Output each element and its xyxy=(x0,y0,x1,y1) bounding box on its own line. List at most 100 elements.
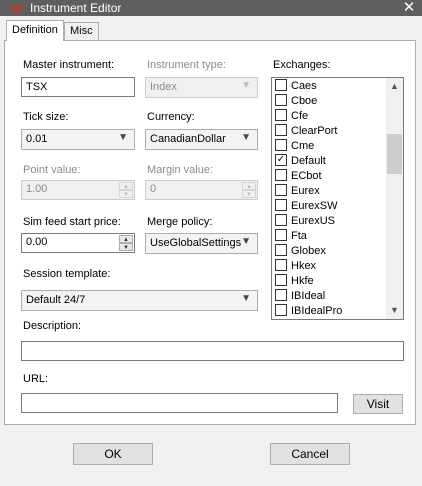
master-instrument-input[interactable] xyxy=(21,77,135,97)
checkbox-icon[interactable] xyxy=(275,244,287,257)
sim-feed-start-price-spinner[interactable]: 0.00 ▲ ▼ xyxy=(21,233,135,253)
checkbox-icon[interactable] xyxy=(275,274,287,287)
exchange-item-globex[interactable]: Globex xyxy=(275,244,326,260)
scroll-thumb[interactable] xyxy=(387,134,402,174)
description-label: Description: xyxy=(23,320,82,332)
exchange-name: Hkex xyxy=(291,260,317,272)
checkbox-icon[interactable] xyxy=(275,139,287,152)
exchange-name: Globex xyxy=(291,245,326,257)
currency-value: CanadianDollar xyxy=(150,133,226,145)
checkbox-icon[interactable] xyxy=(275,94,287,107)
scroll-down-icon[interactable]: ▼ xyxy=(386,302,403,319)
master-instrument-label: Master instrument: xyxy=(23,59,115,71)
exchange-item-cfe[interactable]: Cfe xyxy=(275,109,309,125)
exchanges-list[interactable]: Caes Cboe Cfe ClearPort Cme ✓ Default ECbot Eure… xyxy=(271,77,404,320)
sim-feed-start-price-value: 0.00 xyxy=(26,236,48,248)
checkbox-icon[interactable] xyxy=(275,199,287,212)
session-template-label: Session template: xyxy=(23,268,111,280)
cancel-button[interactable]: Cancel xyxy=(270,443,350,465)
chevron-down-icon: ▼ xyxy=(241,293,251,304)
point-value-spinner: 1.00 ▲ ▼ xyxy=(21,180,135,200)
sim-feed-start-price-label: Sim feed start price: xyxy=(23,216,121,228)
spin-up-icon: ▲ xyxy=(119,182,133,190)
chevron-down-icon: ▼ xyxy=(241,80,251,91)
tab-definition[interactable]: Definition xyxy=(6,20,64,41)
session-template-select[interactable]: Default 24/7 ▼ xyxy=(21,290,258,311)
exchanges-scrollbar[interactable]: ▲ ▼ xyxy=(386,78,403,319)
tick-size-label: Tick size: xyxy=(23,111,69,123)
exchange-item-default[interactable]: ✓ Default xyxy=(275,154,326,170)
exchange-name: Default xyxy=(291,155,326,167)
close-icon[interactable]: ✕ xyxy=(396,0,422,16)
exchange-name: ClearPort xyxy=(291,125,338,137)
exchange-item-hkfe[interactable]: Hkfe xyxy=(275,274,314,290)
exchange-name: EurexUS xyxy=(291,215,336,227)
exchange-name: IBIdeal xyxy=(291,290,326,302)
chevron-down-icon: ▼ xyxy=(241,132,251,143)
spin-down-icon: ▼ xyxy=(242,190,256,198)
checkbox-icon[interactable]: ✓ xyxy=(275,154,287,167)
spin-down-icon[interactable]: ▼ xyxy=(119,243,133,251)
currency-select[interactable]: CanadianDollar ▼ xyxy=(145,129,258,150)
spin-up-icon: ▲ xyxy=(242,182,256,190)
exchange-name: Cfe xyxy=(291,110,309,122)
exchange-name: IBIdealPro xyxy=(291,305,343,317)
checkbox-icon[interactable] xyxy=(275,259,287,272)
exchange-item-eurex[interactable]: Eurex xyxy=(275,184,320,200)
exchange-name: Cboe xyxy=(291,95,318,107)
checkbox-icon[interactable] xyxy=(275,169,287,182)
exchange-name: Caes xyxy=(291,80,317,92)
point-value-label: Point value: xyxy=(23,164,81,176)
currency-label: Currency: xyxy=(147,111,195,123)
exchange-item-hkex[interactable]: Hkex xyxy=(275,259,317,275)
exchange-name: Hkfe xyxy=(291,275,314,287)
checkbox-icon[interactable] xyxy=(275,79,287,92)
url-label: URL: xyxy=(23,373,49,385)
exchange-name: Cme xyxy=(291,140,315,152)
spin-up-icon[interactable]: ▲ xyxy=(119,235,133,243)
tab-misc[interactable]: Misc xyxy=(64,22,99,40)
exchange-item-ecbot[interactable]: ECbot xyxy=(275,169,322,185)
visit-button[interactable]: Visit xyxy=(353,394,403,414)
checkbox-icon[interactable] xyxy=(275,184,287,197)
checkbox-icon[interactable] xyxy=(275,124,287,137)
chevron-down-icon: ▼ xyxy=(118,132,128,143)
session-template-value: Default 24/7 xyxy=(26,294,86,306)
margin-value-label: Margin value: xyxy=(147,164,214,176)
merge-policy-label: Merge policy: xyxy=(147,216,213,228)
exchange-item-cme[interactable]: Cme xyxy=(275,139,315,155)
instrument-type-value: Index xyxy=(150,81,177,93)
exchange-item-ibideal[interactable]: IBIdeal xyxy=(275,289,326,305)
spin-down-icon: ▼ xyxy=(119,190,133,198)
exchange-item-cboe[interactable]: Cboe xyxy=(275,94,318,110)
url-input[interactable] xyxy=(21,393,338,413)
chevron-down-icon: ▼ xyxy=(241,236,251,247)
exchanges-label: Exchanges: xyxy=(273,59,331,71)
instrument-type-label: Instrument type: xyxy=(147,59,226,71)
exchange-item-ibidealpro[interactable]: IBIdealPro xyxy=(275,304,343,319)
exchange-name: Fta xyxy=(291,230,307,242)
exchange-item-eurexus[interactable]: EurexUS xyxy=(275,214,336,230)
point-value-value: 1.00 xyxy=(26,183,48,195)
scroll-up-icon[interactable]: ▲ xyxy=(386,78,403,95)
merge-policy-value: UseGlobalSettings xyxy=(150,237,242,249)
window-title: Instrument Editor xyxy=(30,1,122,15)
description-input[interactable] xyxy=(21,341,404,361)
exchange-name: Eurex xyxy=(291,185,320,197)
checkbox-icon[interactable] xyxy=(275,304,287,317)
merge-policy-select[interactable]: UseGlobalSettings ▼ xyxy=(145,233,258,254)
ok-button[interactable]: OK xyxy=(73,443,153,465)
checkbox-icon[interactable] xyxy=(275,289,287,302)
exchange-name: EurexSW xyxy=(291,200,338,212)
exchange-item-clearport[interactable]: ClearPort xyxy=(275,124,338,140)
checkbox-icon[interactable] xyxy=(275,229,287,242)
exchange-item-eurexsw[interactable]: EurexSW xyxy=(275,199,338,215)
tick-size-select[interactable]: 0.01 ▼ xyxy=(21,129,135,150)
checkbox-icon[interactable] xyxy=(275,214,287,227)
checkbox-icon[interactable] xyxy=(275,109,287,122)
instrument-type-select: Index ▼ xyxy=(145,77,258,98)
margin-value-spinner: 0 ▲ ▼ xyxy=(145,180,258,200)
exchange-item-caes[interactable]: Caes xyxy=(275,79,317,95)
exchange-item-fta[interactable]: Fta xyxy=(275,229,307,245)
margin-value-value: 0 xyxy=(150,183,157,195)
